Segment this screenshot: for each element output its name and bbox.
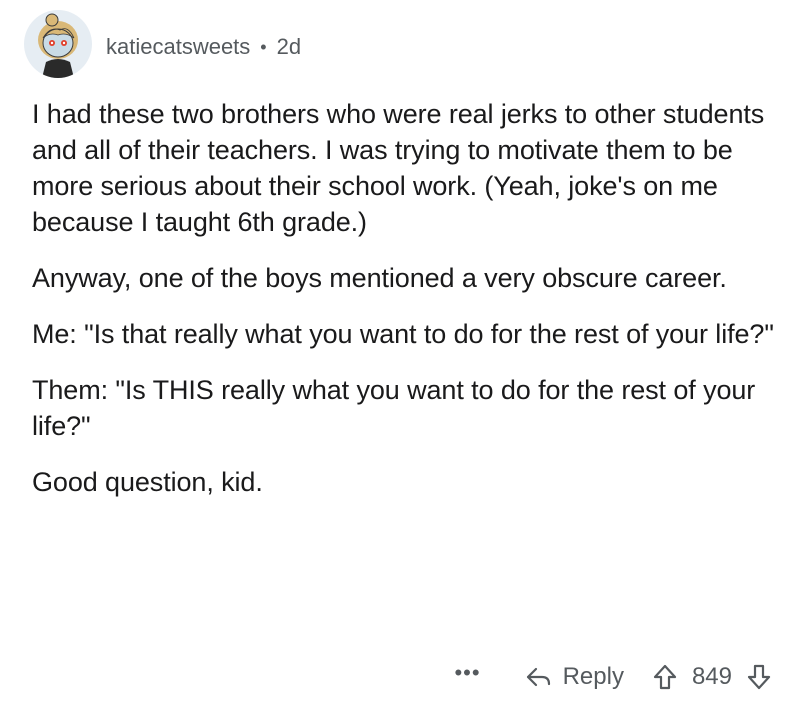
upvote-arrow-icon[interactable] — [652, 663, 678, 691]
meta-separator: • — [260, 36, 267, 57]
comment-age: 2d — [276, 34, 302, 59]
comment-meta: katiecatsweets • 2d — [106, 34, 301, 60]
vote-controls: 849 — [652, 663, 772, 691]
comment-paragraph: Anyway, one of the boys mentioned a very… — [32, 263, 727, 293]
comment-body: I had these two brothers who were real j… — [32, 96, 780, 520]
comment-paragraph: Me: "Is that really what you want to do … — [32, 319, 774, 349]
downvote-arrow-icon[interactable] — [746, 663, 772, 691]
vote-score: 849 — [691, 663, 732, 690]
more-options-icon[interactable]: ••• — [454, 662, 480, 684]
avatar-icon — [38, 13, 78, 78]
comment-paragraph: Them: "Is THIS really what you want to d… — [32, 375, 756, 441]
username-link[interactable]: katiecatsweets — [106, 34, 250, 60]
comment-actions: ••• Reply 849 — [454, 656, 772, 698]
reply-button[interactable]: Reply — [525, 663, 624, 691]
comment: katiecatsweets • 2d I had these two brot… — [0, 0, 800, 706]
avatar[interactable] — [24, 10, 92, 78]
comment-header: katiecatsweets • 2d — [24, 6, 301, 82]
comment-paragraph: I had these two brothers who were real j… — [32, 99, 765, 237]
reply-label: Reply — [562, 663, 624, 690]
reply-arrow-icon — [526, 667, 550, 687]
comment-paragraph: Good question, kid. — [32, 467, 263, 497]
